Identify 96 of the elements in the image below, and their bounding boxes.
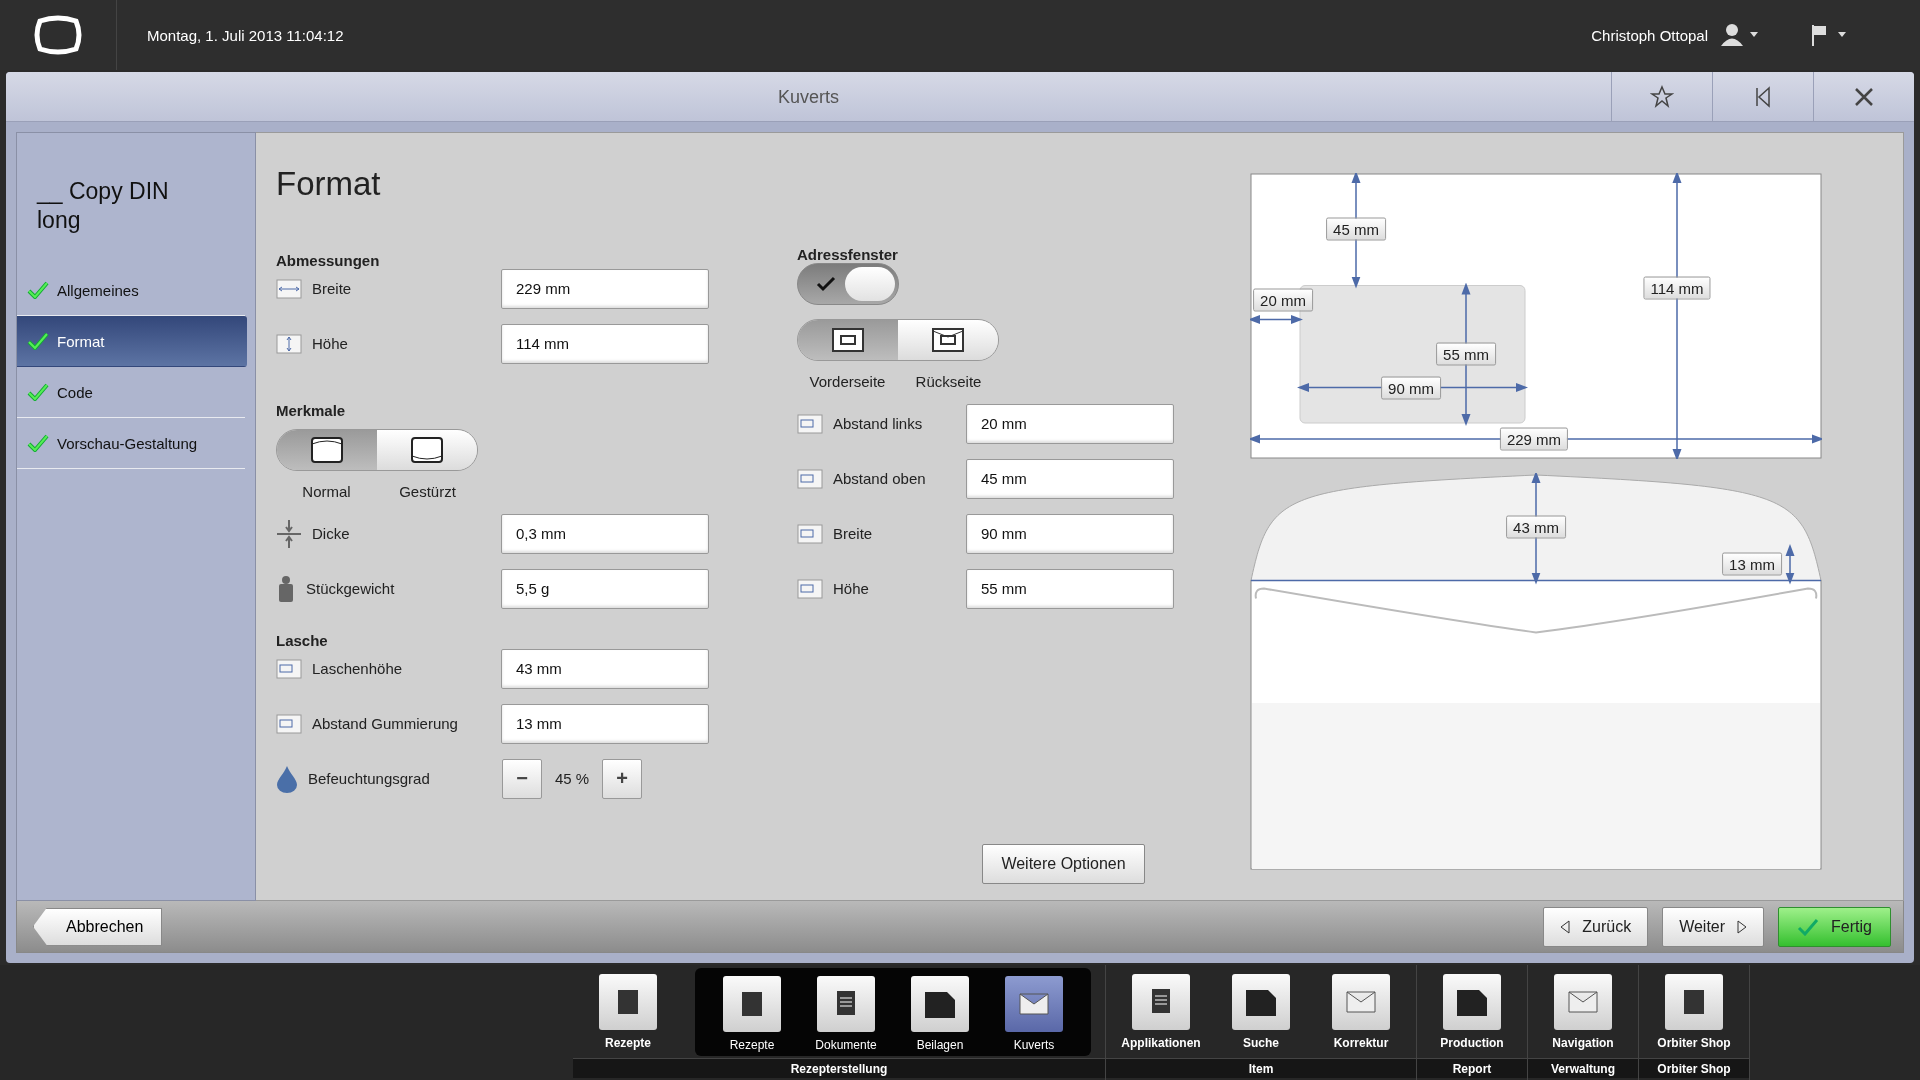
dimension-label: 13 mm xyxy=(1722,552,1782,576)
weight-icon xyxy=(276,574,296,603)
input-field[interactable]: 229 mm xyxy=(501,268,709,309)
segment-button[interactable] xyxy=(898,320,998,360)
group-label: Orbiter Shop xyxy=(1639,1058,1749,1078)
skip-back-icon xyxy=(1753,85,1773,108)
user-icon[interactable] xyxy=(1720,23,1760,47)
section-heading: Adressfenster xyxy=(797,246,899,263)
envelope-icon xyxy=(276,332,302,355)
dimension-label: 114 mm xyxy=(1643,276,1711,300)
segment-label: Rückseite xyxy=(914,373,983,390)
check-icon xyxy=(27,281,49,299)
section-heading: Lasche xyxy=(276,632,329,649)
envelope-icon xyxy=(276,657,302,680)
dimension-label: 90 mm xyxy=(1381,376,1441,399)
envelope-icon xyxy=(276,712,302,735)
drop-icon xyxy=(276,764,298,793)
moisture-value: 45 % xyxy=(553,770,591,787)
caret-left-icon xyxy=(1560,919,1571,934)
back-button[interactable]: Zurück xyxy=(1543,906,1649,947)
dimension-label: 20 mm xyxy=(1253,288,1313,311)
window-envelope-icon xyxy=(831,327,865,353)
group-label: Report xyxy=(1417,1058,1527,1078)
envelope-icon xyxy=(276,277,302,300)
group-label: Item xyxy=(1106,1058,1416,1078)
toggle-switch[interactable] xyxy=(797,263,899,305)
field-label: Laschenhöhe xyxy=(312,660,403,677)
envelope-icon xyxy=(797,577,823,600)
sidebar-item[interactable]: Vorschau-Gestaltung xyxy=(17,418,245,469)
dimension-arrow xyxy=(1250,315,1303,324)
envelope-icon xyxy=(797,467,823,490)
plus-button[interactable]: + xyxy=(602,758,642,799)
logo-icon xyxy=(32,15,84,55)
envelope-icon xyxy=(410,436,444,464)
input-field[interactable]: 13 mm xyxy=(501,703,709,744)
dimension-label: 45 mm xyxy=(1326,217,1386,241)
input-field[interactable]: 45 mm xyxy=(966,458,1174,499)
dimension-label: 229 mm xyxy=(1499,427,1569,451)
field-label: Breite xyxy=(312,280,352,297)
segment-button[interactable] xyxy=(798,320,898,360)
input-field[interactable]: 20 mm xyxy=(966,403,1174,444)
input-field[interactable]: 43 mm xyxy=(501,648,709,689)
segment-label: Vorderseite xyxy=(808,373,887,390)
window-title: Kuverts xyxy=(777,86,840,109)
envelope-icon xyxy=(310,436,344,464)
check-icon xyxy=(27,332,49,350)
star-icon xyxy=(1650,84,1674,109)
group-label: Verwaltung xyxy=(1528,1058,1638,1078)
field-label: Abstand links xyxy=(833,415,923,432)
recipe-title: __ Copy DIN long xyxy=(35,177,170,235)
input-field[interactable]: 114 mm xyxy=(501,323,709,364)
input-field[interactable]: 0,3 mm xyxy=(501,513,709,554)
more-options-button[interactable]: Weitere Optionen xyxy=(982,844,1145,884)
field-label: Abstand oben xyxy=(833,470,926,487)
datetime-text: Montag, 1. Juli 2013 11:04:12 xyxy=(147,26,345,44)
envelope-icon xyxy=(797,522,823,545)
dimension-label: 55 mm xyxy=(1436,342,1496,365)
thickness-icon xyxy=(276,518,302,549)
segment-label: Gestürzt xyxy=(398,483,457,500)
form-title: Format xyxy=(276,165,382,204)
segment-button[interactable] xyxy=(277,430,377,470)
sidebar-item-label: Allgemeines xyxy=(57,281,139,299)
sidebar-item[interactable]: Format xyxy=(17,316,247,367)
check-icon xyxy=(27,434,49,452)
section-heading: Merkmale xyxy=(276,402,347,419)
segment-button[interactable] xyxy=(377,430,477,470)
field-label: Stückgewicht xyxy=(306,580,395,597)
next-button[interactable]: Weiter xyxy=(1662,906,1765,947)
sidebar-item-label: Vorschau-Gestaltung xyxy=(57,434,198,452)
section-heading: Abmessungen xyxy=(276,252,381,269)
field-label: Abstand Gummierung xyxy=(312,715,458,732)
window-envelope-icon xyxy=(931,327,965,353)
field-label: Befeuchtungsgrad xyxy=(308,770,430,787)
close-icon xyxy=(1853,85,1875,108)
dimension-label: 43 mm xyxy=(1506,515,1566,539)
input-field[interactable]: 5,5 g xyxy=(501,568,709,609)
check-icon xyxy=(1797,917,1820,936)
field-label: Breite xyxy=(833,525,873,542)
input-field[interactable]: 90 mm xyxy=(966,513,1174,554)
sidebar-item[interactable]: Code xyxy=(17,367,245,418)
field-label: Höhe xyxy=(312,335,348,352)
finish-button[interactable]: Fertig xyxy=(1778,906,1891,947)
minus-button[interactable]: − xyxy=(502,758,542,799)
envelope-icon xyxy=(797,412,823,435)
sidebar-item-label: Code xyxy=(57,383,93,401)
field-label: Dicke xyxy=(312,525,350,542)
segment-label: Normal xyxy=(301,483,352,500)
check-icon xyxy=(816,276,836,292)
cancel-button[interactable]: Abbrechen xyxy=(33,907,163,946)
group-label: Rezepterstellung xyxy=(573,1058,1105,1078)
check-icon xyxy=(27,383,49,401)
user-name: Christoph Ottopal xyxy=(1591,26,1708,44)
caret-right-icon xyxy=(1737,919,1748,934)
field-label: Höhe xyxy=(833,580,869,597)
input-field[interactable]: 55 mm xyxy=(966,568,1174,609)
sidebar-item-label: Format xyxy=(57,332,105,350)
